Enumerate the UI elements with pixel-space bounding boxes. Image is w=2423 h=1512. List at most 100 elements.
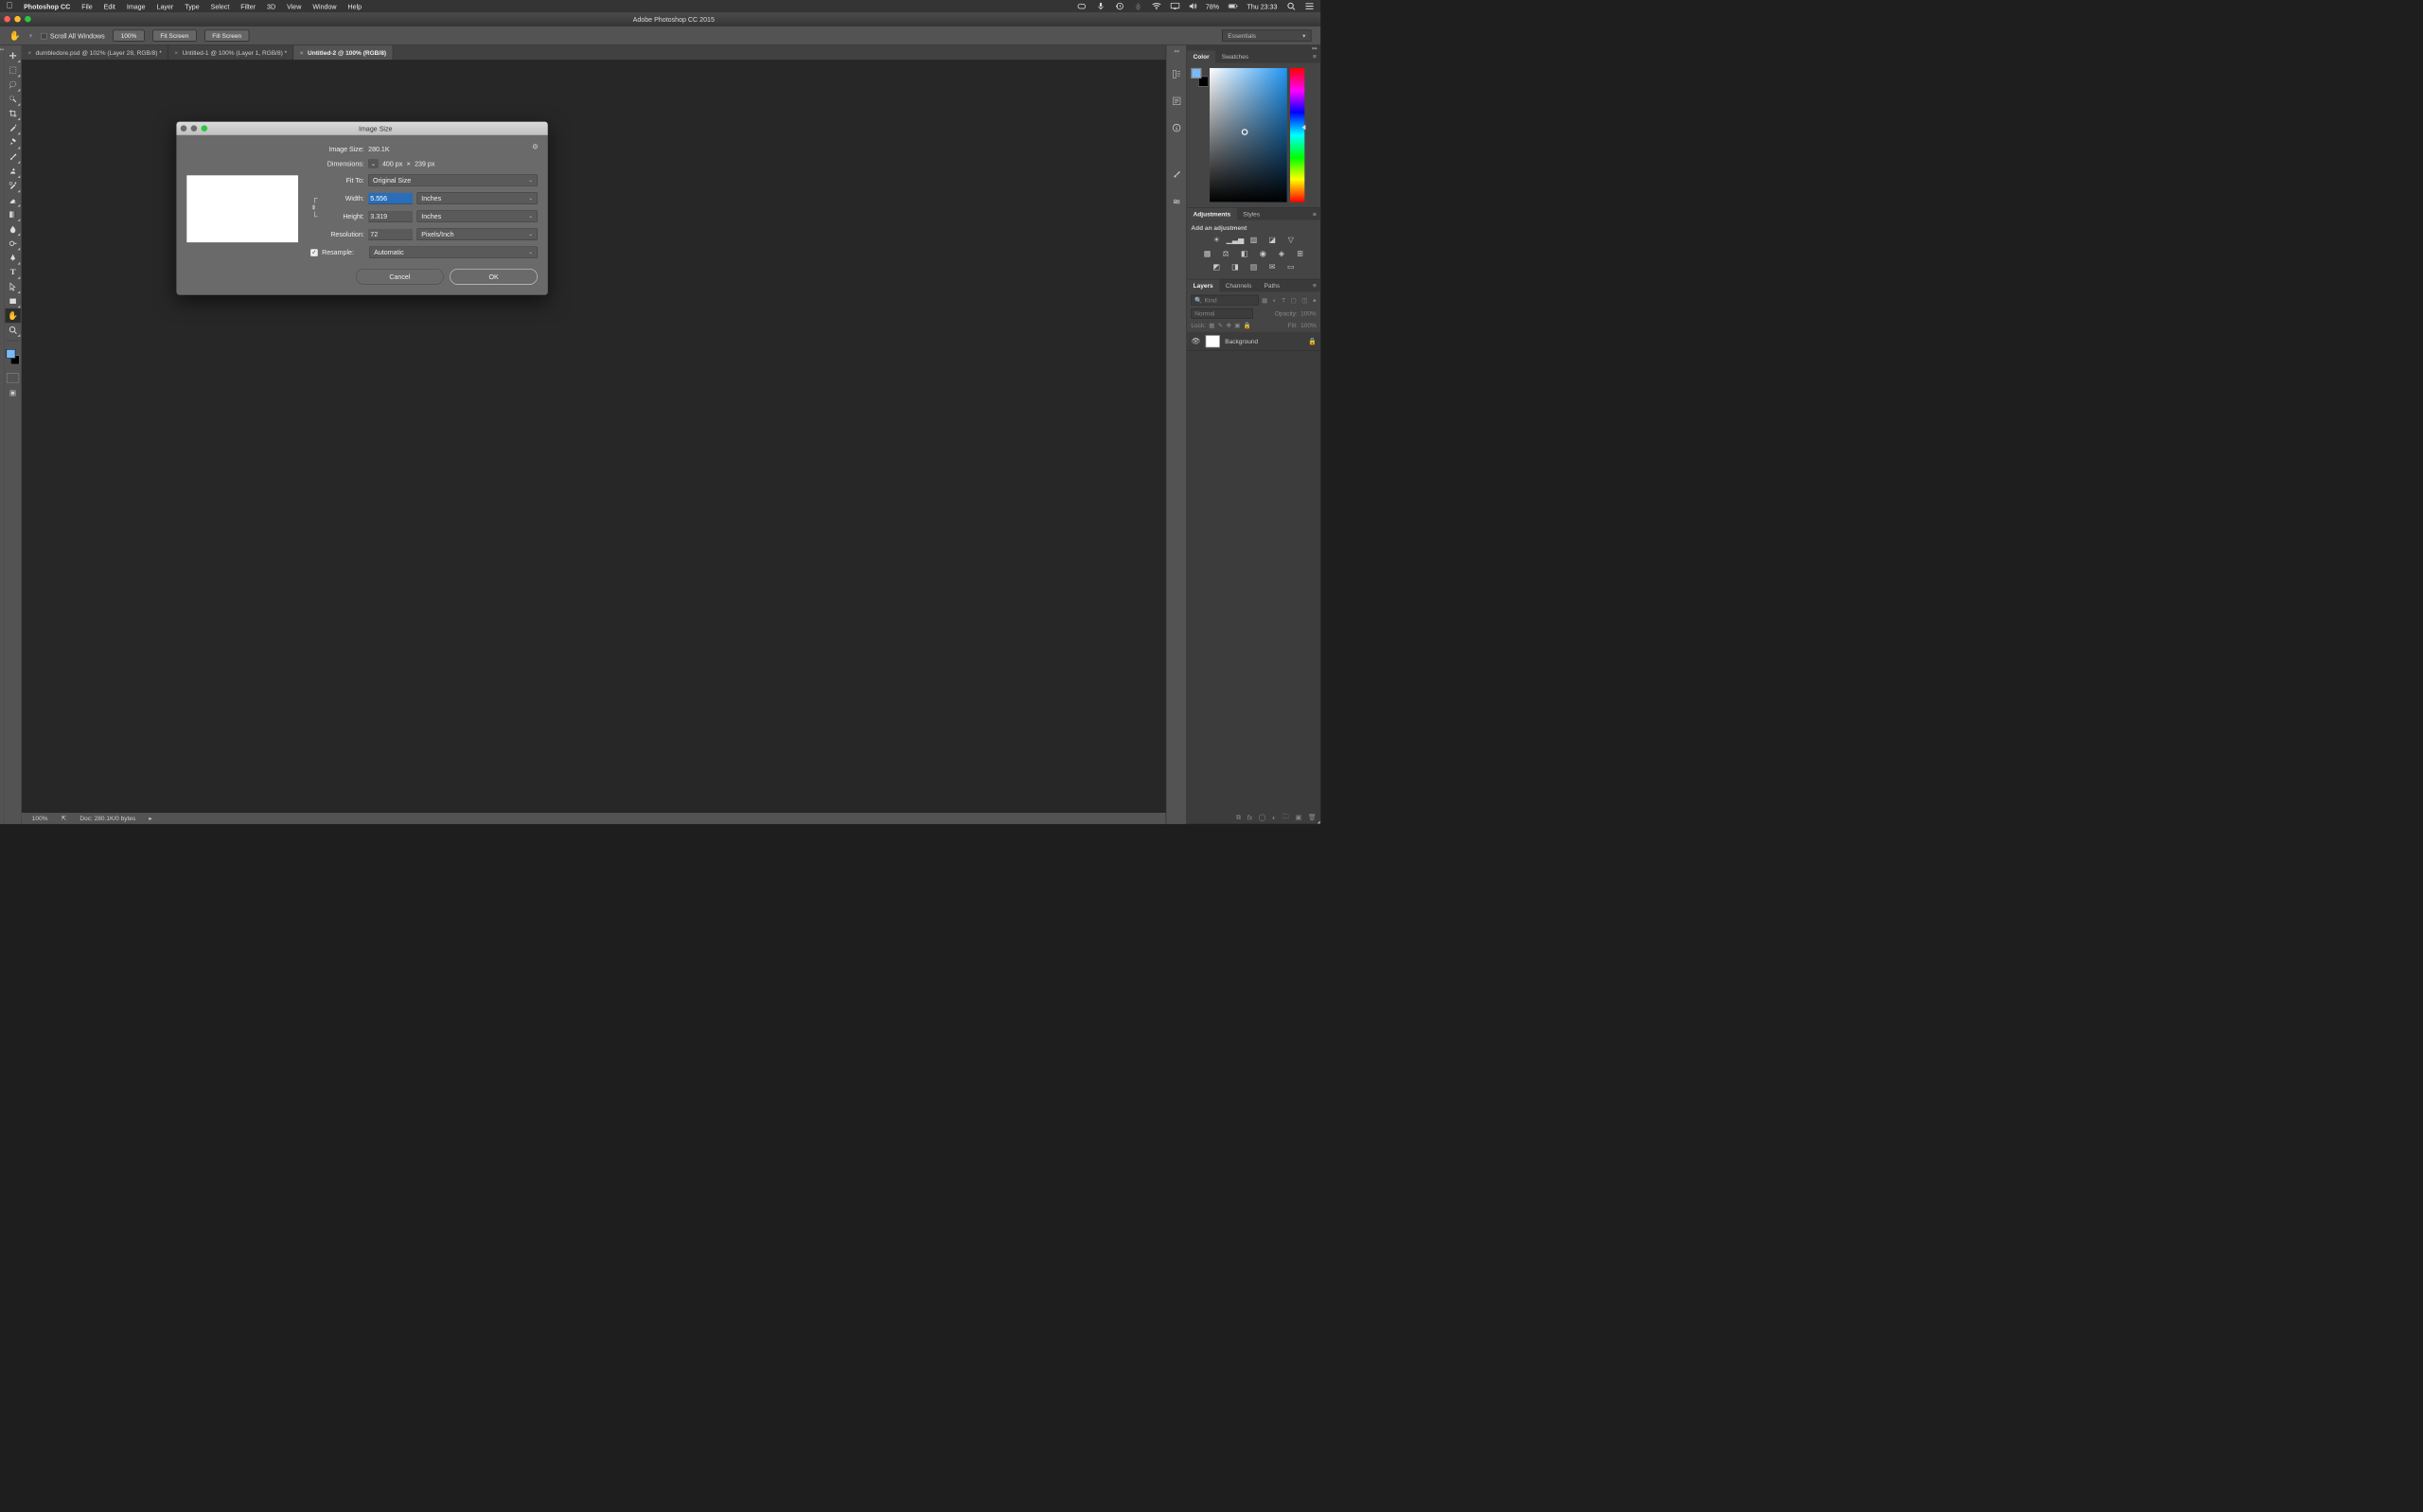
filter-type-icon[interactable]: T xyxy=(1282,296,1285,304)
curves-icon[interactable]: ▨ xyxy=(1248,235,1259,245)
hue-slider[interactable] xyxy=(1290,68,1304,202)
menu-help[interactable]: Help xyxy=(348,2,363,9)
menu-3d[interactable]: 3D xyxy=(267,2,275,9)
dodge-tool[interactable] xyxy=(5,237,20,251)
menu-file[interactable]: File xyxy=(81,2,92,9)
fill-value[interactable]: 100% xyxy=(1300,322,1317,329)
fit-to-select[interactable]: Original Size⌄ xyxy=(368,174,538,186)
type-tool[interactable]: T xyxy=(5,265,20,279)
layer-thumbnail[interactable] xyxy=(1206,335,1220,347)
status-export-icon[interactable]: ⇱ xyxy=(62,815,66,822)
gradient-map-icon[interactable]: ▭ xyxy=(1285,261,1296,272)
lock-pixels-icon[interactable]: ✎ xyxy=(1218,322,1223,329)
status-chevron-icon[interactable]: ▸ xyxy=(149,815,151,822)
clock[interactable]: Thu 23:33 xyxy=(1247,2,1278,9)
mic-icon[interactable] xyxy=(1096,2,1105,11)
hand-tool[interactable]: ✋ xyxy=(5,308,20,323)
zoom-100-button[interactable]: 100% xyxy=(113,30,144,42)
menu-edit[interactable]: Edit xyxy=(104,2,115,9)
menu-layer[interactable]: Layer xyxy=(157,2,174,9)
canvas[interactable]: Image Size ⚙ Image Size: 280.1K Dimensio… xyxy=(22,60,1166,813)
filter-pixel-icon[interactable]: ▦ xyxy=(1262,296,1267,304)
panel-menu-icon[interactable]: ≡ xyxy=(1313,53,1317,61)
volume-icon[interactable] xyxy=(1189,2,1198,11)
close-tab-icon[interactable]: × xyxy=(27,49,31,57)
hand-tool-icon[interactable]: ✋ xyxy=(9,30,21,41)
width-input[interactable]: 5.556 xyxy=(368,193,413,204)
brightness-contrast-icon[interactable]: ☀ xyxy=(1212,235,1222,245)
resample-select[interactable]: Automatic⌄ xyxy=(369,247,538,259)
paths-tab[interactable]: Paths xyxy=(1258,279,1286,291)
eyedropper-tool[interactable] xyxy=(5,121,20,135)
workspace-switcher[interactable]: Essentials▾ xyxy=(1222,30,1311,42)
history-panel-icon[interactable] xyxy=(1170,67,1183,80)
quick-mask-toggle[interactable] xyxy=(7,373,19,383)
threshold-icon[interactable]: ▤ xyxy=(1248,261,1259,272)
layer-filter-select[interactable]: 🔍Kind xyxy=(1191,295,1258,306)
pen-tool[interactable] xyxy=(5,251,20,265)
layer-row[interactable]: 👁 Background 🔒 xyxy=(1187,332,1320,351)
menu-window[interactable]: Window xyxy=(312,2,336,9)
menu-filter[interactable]: Filter xyxy=(240,2,256,9)
path-selection-tool[interactable] xyxy=(5,279,20,293)
posterize-icon[interactable]: ◨ xyxy=(1230,261,1241,272)
rectangle-tool[interactable] xyxy=(5,294,20,308)
airplay-icon[interactable] xyxy=(1171,2,1180,11)
creative-cloud-icon[interactable] xyxy=(1078,2,1088,11)
time-machine-icon[interactable] xyxy=(1115,2,1124,11)
gradient-tool[interactable] xyxy=(5,207,20,221)
info-panel-icon[interactable] xyxy=(1170,121,1183,134)
filter-toggle-icon[interactable]: ● xyxy=(1313,296,1317,304)
lock-artboard-icon[interactable]: ▣ xyxy=(1234,322,1240,329)
lasso-tool[interactable] xyxy=(5,78,20,92)
expand-panels-icon[interactable]: ◂◂ xyxy=(1174,48,1178,54)
properties-panel-icon[interactable] xyxy=(1170,95,1183,108)
close-tab-icon[interactable]: × xyxy=(174,49,178,57)
lock-icon[interactable]: 🔒 xyxy=(1308,337,1317,345)
channels-tab[interactable]: Channels xyxy=(1219,279,1258,291)
zoom-tool[interactable] xyxy=(5,323,20,337)
menu-select[interactable]: Select xyxy=(211,2,230,9)
close-tab-icon[interactable]: × xyxy=(300,49,304,57)
app-name[interactable]: Photoshop CC xyxy=(24,2,70,9)
delete-layer-icon[interactable]: 🗑 xyxy=(1308,813,1317,821)
filter-adjustment-icon[interactable]: ◐ xyxy=(1273,296,1277,304)
resolution-input[interactable]: 72 xyxy=(368,229,413,240)
bluetooth-icon[interactable] xyxy=(1134,2,1143,11)
height-input[interactable]: 3.319 xyxy=(368,211,413,222)
document-tab-active[interactable]: ×Untitled-2 @ 100% (RGB/8) xyxy=(293,45,393,60)
link-layers-icon[interactable]: ⧉ xyxy=(1236,813,1241,821)
dialog-close-button[interactable] xyxy=(181,125,187,132)
menu-view[interactable]: View xyxy=(287,2,301,9)
document-tab[interactable]: ×dumbledore.psd @ 102% (Layer 28, RGB/8)… xyxy=(22,45,168,60)
lock-position-icon[interactable]: ✥ xyxy=(1227,322,1231,329)
styles-tab[interactable]: Styles xyxy=(1237,208,1266,220)
hue-saturation-icon[interactable]: ▦ xyxy=(1202,248,1212,258)
minimize-window-button[interactable] xyxy=(14,16,21,23)
layer-name[interactable]: Background xyxy=(1225,338,1258,345)
color-tab[interactable]: Color xyxy=(1187,50,1215,62)
crop-tool[interactable] xyxy=(5,106,20,120)
color-field[interactable] xyxy=(1210,68,1287,202)
filter-smart-icon[interactable]: ◫ xyxy=(1301,296,1307,304)
color-swatches[interactable] xyxy=(1191,68,1206,83)
lock-transparency-icon[interactable]: ▦ xyxy=(1209,322,1214,329)
history-brush-tool[interactable] xyxy=(5,179,20,193)
notification-center-icon[interactable] xyxy=(1305,2,1315,11)
width-unit-select[interactable]: Inches⌄ xyxy=(416,192,538,204)
dimensions-unit-toggle[interactable]: ⌄ xyxy=(368,159,378,167)
selective-color-icon[interactable]: ✉ xyxy=(1267,261,1278,272)
resolution-unit-select[interactable]: Pixels/Inch⌄ xyxy=(416,228,538,240)
panel-menu-icon[interactable]: ≡ xyxy=(1313,210,1317,218)
quick-selection-tool[interactable] xyxy=(5,92,20,106)
scroll-all-windows-checkbox[interactable]: Scroll All Windows xyxy=(41,32,105,40)
menu-image[interactable]: Image xyxy=(127,2,146,9)
layers-tab[interactable]: Layers xyxy=(1187,279,1219,291)
vibrance-icon[interactable]: ▽ xyxy=(1285,235,1296,245)
opacity-value[interactable]: 100% xyxy=(1300,310,1317,318)
fill-screen-button[interactable]: Fill Screen xyxy=(204,30,249,42)
levels-icon[interactable]: ▁▃▅ xyxy=(1230,235,1241,245)
zoom-window-button[interactable] xyxy=(25,16,31,23)
new-layer-icon[interactable]: ▣ xyxy=(1296,813,1302,821)
add-mask-icon[interactable]: ◯ xyxy=(1259,813,1266,821)
